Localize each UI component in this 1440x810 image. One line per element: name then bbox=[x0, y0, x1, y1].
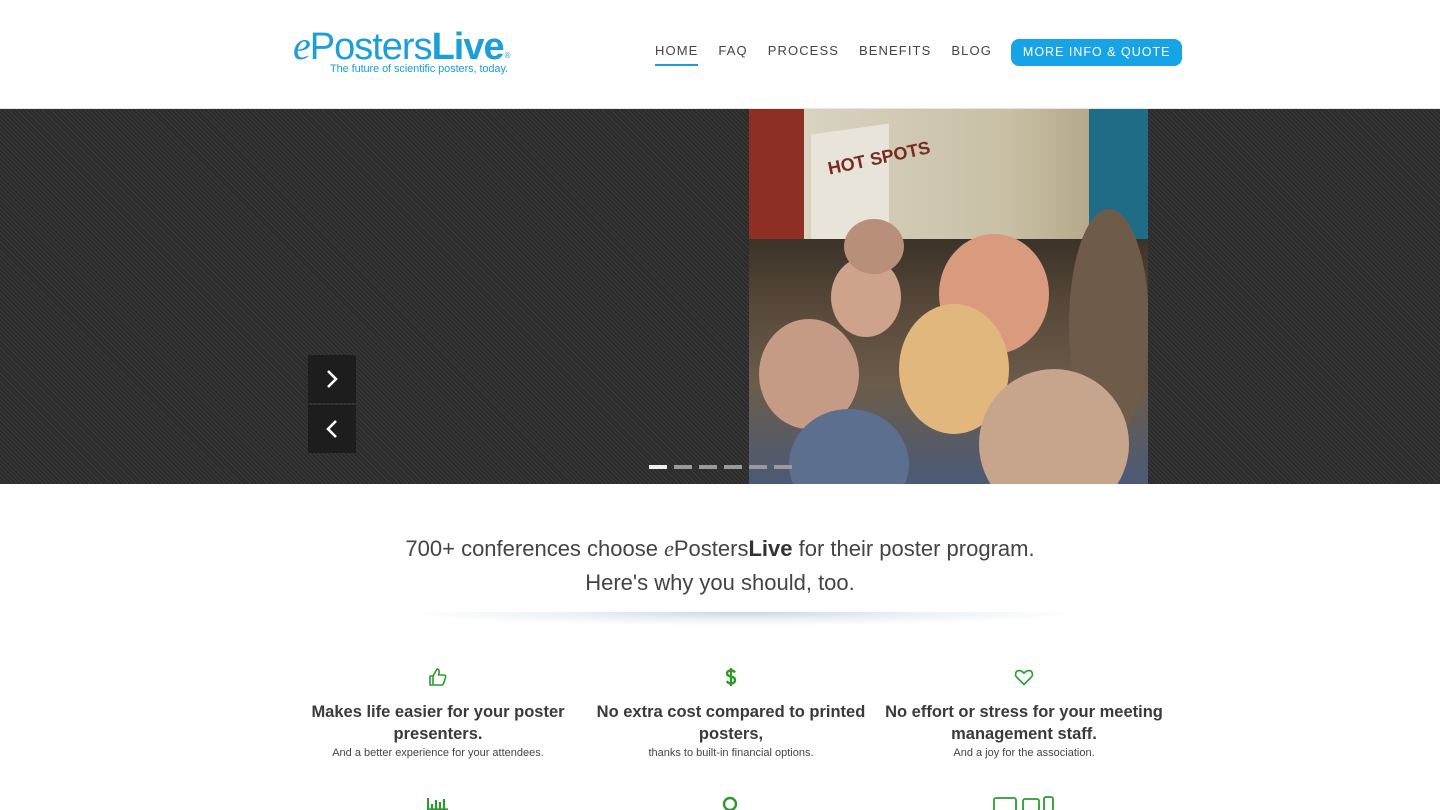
slider-next-button[interactable] bbox=[308, 355, 356, 403]
nav-home[interactable]: HOME bbox=[645, 39, 708, 66]
slide-dot[interactable] bbox=[724, 465, 742, 469]
slide-dot[interactable] bbox=[699, 465, 717, 469]
devices-icon bbox=[993, 796, 1054, 810]
chevron-left-icon bbox=[326, 420, 337, 438]
feature-title: No extra cost compared to printed poster… bbox=[596, 703, 866, 743]
logo[interactable]: ePostersLive® The future of scientific p… bbox=[293, 26, 523, 82]
feature-subtitle: And a joy for the association. bbox=[953, 747, 1095, 759]
slider-pagination bbox=[649, 465, 792, 469]
slider-prev-button[interactable] bbox=[308, 405, 356, 453]
feature-subtitle: thanks to built-in financial options. bbox=[648, 747, 814, 759]
search-icon bbox=[722, 796, 738, 810]
site-header: ePostersLive® The future of scientific p… bbox=[0, 0, 1440, 109]
logo-wordmark: ePostersLive® bbox=[293, 23, 523, 68]
feature-subtitle: And a better experience for your attende… bbox=[332, 747, 544, 759]
nav-benefits[interactable]: BENEFITS bbox=[849, 39, 941, 65]
main-nav: HOME FAQ PROCESS BENEFITS BLOG MORE INFO… bbox=[645, 38, 1183, 66]
intro-brand-posters: Posters bbox=[673, 536, 749, 561]
slide-dot[interactable] bbox=[774, 465, 792, 469]
intro-text: 700+ conferences choose bbox=[405, 536, 665, 561]
logo-posters: Posters bbox=[309, 26, 433, 68]
thumbs-up-icon bbox=[429, 668, 447, 686]
intro-heading: 700+ conferences choose ePostersLive for… bbox=[0, 532, 1440, 600]
slide-dot[interactable] bbox=[649, 465, 667, 469]
chevron-right-icon bbox=[327, 370, 338, 388]
dollar-icon bbox=[725, 668, 737, 686]
intro-line-2: Here's why you should, too. bbox=[585, 570, 855, 595]
section-divider bbox=[398, 612, 1088, 626]
nav-process[interactable]: PROCESS bbox=[758, 39, 849, 65]
photo-person bbox=[844, 219, 904, 274]
logo-e: e bbox=[293, 23, 311, 68]
feature-card: No effort or stress for your meeting man… bbox=[878, 667, 1170, 759]
logo-live: Live bbox=[431, 26, 505, 68]
feature-title: No effort or stress for your meeting man… bbox=[885, 703, 1163, 743]
intro-text: for their poster program. bbox=[792, 536, 1035, 561]
feature-card: Makes life easier for your poster presen… bbox=[292, 667, 584, 759]
hero-photo: HOT SPOTS bbox=[749, 109, 1148, 484]
nav-blog[interactable]: BLOG bbox=[941, 39, 1002, 65]
intro-line-1: 700+ conferences choose ePostersLive for… bbox=[0, 532, 1440, 566]
bar-chart-icon bbox=[427, 798, 448, 810]
hero-slider: HOT SPOTS bbox=[0, 109, 1440, 484]
intro-brand-live: Live bbox=[748, 536, 793, 561]
more-info-quote-button[interactable]: MORE INFO & QUOTE bbox=[1010, 38, 1183, 66]
heart-icon bbox=[1014, 669, 1034, 686]
logo-registered-mark: ® bbox=[504, 51, 511, 60]
feature-card: No extra cost compared to printed poster… bbox=[585, 667, 877, 759]
intro-brand-e: e bbox=[664, 536, 674, 561]
slide-dot[interactable] bbox=[674, 465, 692, 469]
nav-faq[interactable]: FAQ bbox=[708, 39, 757, 65]
logo-tagline: The future of scientific posters, today. bbox=[330, 63, 508, 75]
feature-title: Makes life easier for your poster presen… bbox=[311, 703, 565, 743]
slide-dot[interactable] bbox=[749, 465, 767, 469]
